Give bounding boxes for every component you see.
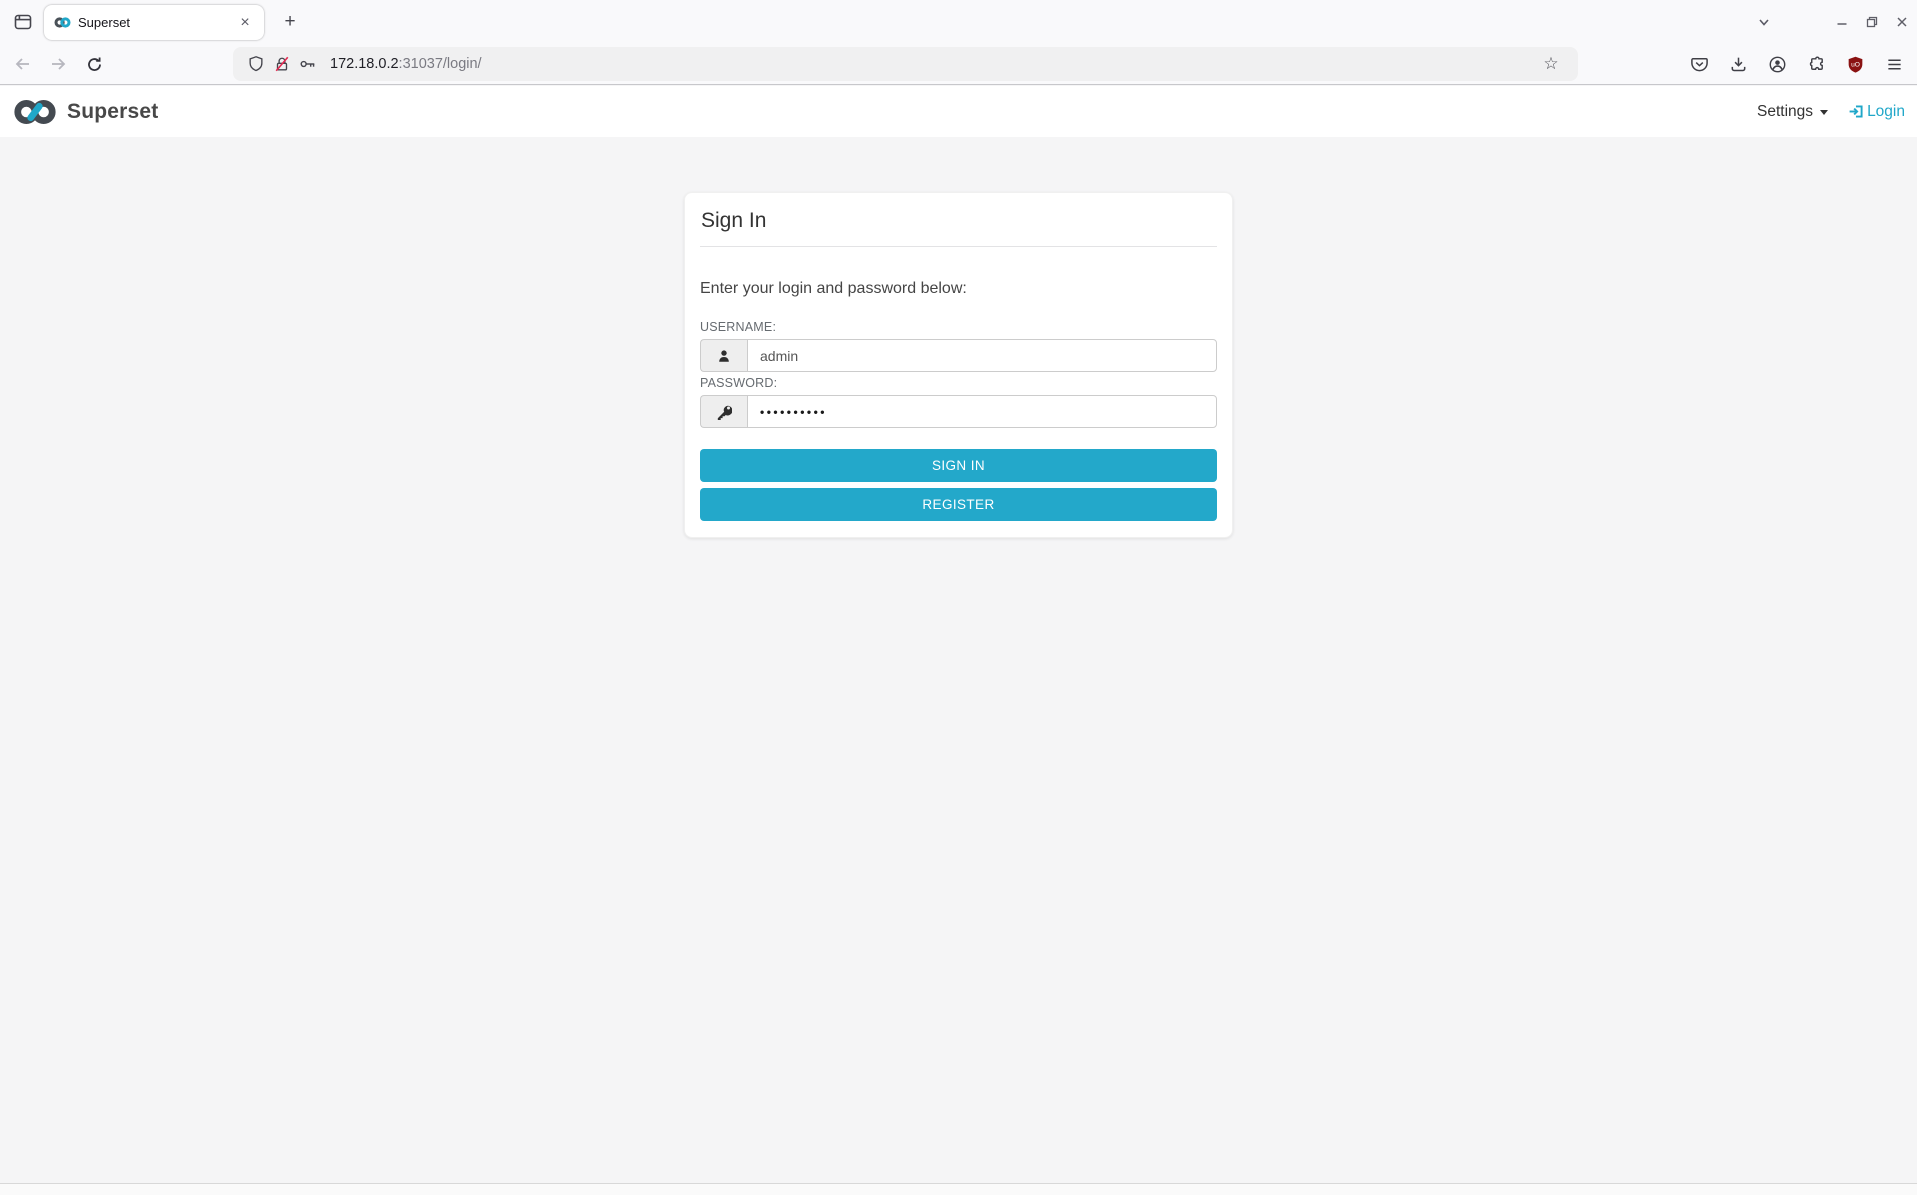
- settings-label: Settings: [1757, 103, 1813, 121]
- url-text[interactable]: 172.18.0.2:31037/login/: [330, 56, 1538, 72]
- pocket-button[interactable]: [1684, 49, 1714, 79]
- account-button[interactable]: [1762, 49, 1792, 79]
- account-icon: [1768, 55, 1787, 74]
- saved-login-key-icon[interactable]: [295, 51, 321, 77]
- password-addon: [700, 395, 747, 428]
- list-all-tabs-button[interactable]: [1749, 7, 1779, 37]
- browser-chrome: Superset × +: [0, 0, 1917, 85]
- reload-button[interactable]: [79, 49, 109, 79]
- window-restore-button[interactable]: [1857, 7, 1887, 37]
- settings-caret-icon: [1820, 110, 1828, 115]
- svg-text:uO: uO: [1851, 61, 1860, 68]
- superset-navbar: Superset Settings Login: [0, 86, 1917, 137]
- tab-close-icon[interactable]: ×: [234, 12, 256, 34]
- ublock-origin-button[interactable]: uO: [1840, 49, 1870, 79]
- window-close-button[interactable]: [1887, 7, 1917, 37]
- close-icon: [1895, 15, 1909, 29]
- username-label: USERNAME:: [700, 320, 1217, 334]
- toolbar-extensions-area: uO: [1684, 46, 1909, 82]
- password-input-group: [700, 395, 1217, 428]
- window-controls: [1749, 0, 1917, 44]
- page-footer-strip: [0, 1183, 1917, 1195]
- sign-in-arrow-icon: [1848, 103, 1865, 120]
- window-minimize-button[interactable]: [1827, 7, 1857, 37]
- superset-brand[interactable]: Superset: [12, 97, 158, 127]
- bookmark-star-icon[interactable]: ☆: [1538, 54, 1564, 74]
- tab-title: Superset: [78, 15, 234, 30]
- password-input[interactable]: [747, 395, 1217, 428]
- superset-logo-icon: [12, 97, 58, 127]
- hamburger-menu-icon: [1886, 56, 1903, 73]
- login-link[interactable]: Login: [1848, 103, 1905, 121]
- username-input[interactable]: [747, 339, 1217, 372]
- page-background: Sign In Enter your login and password be…: [0, 137, 1917, 1183]
- shield-permissions-icon[interactable]: [243, 51, 269, 77]
- puzzle-piece-icon: [1807, 55, 1826, 74]
- download-icon: [1729, 55, 1748, 74]
- sign-in-panel: Sign In Enter your login and password be…: [684, 192, 1233, 538]
- login-label: Login: [1867, 103, 1905, 121]
- back-arrow-icon: [14, 55, 32, 73]
- chevron-down-icon: [1757, 15, 1771, 29]
- restore-icon: [1865, 15, 1879, 29]
- sign-in-instruction: Enter your login and password below:: [700, 280, 1217, 298]
- firefox-view-icon: [13, 12, 33, 32]
- panel-divider: [700, 246, 1217, 247]
- url-host: 172.18.0.2: [330, 56, 399, 72]
- forward-button[interactable]: [43, 49, 73, 79]
- url-bar[interactable]: 172.18.0.2:31037/login/ ☆: [233, 47, 1578, 81]
- tab-favicon-superset-icon: [54, 16, 71, 29]
- browser-toolbar: 172.18.0.2:31037/login/ ☆: [0, 44, 1917, 84]
- new-tab-button[interactable]: +: [276, 8, 304, 36]
- username-input-group: [700, 339, 1217, 372]
- reload-icon: [86, 56, 103, 73]
- minimize-icon: [1835, 15, 1849, 29]
- navbar-right: Settings Login: [1757, 103, 1907, 121]
- menu-button[interactable]: [1879, 49, 1909, 79]
- browser-tab-superset[interactable]: Superset ×: [44, 5, 264, 40]
- back-button[interactable]: [8, 49, 38, 79]
- brand-title: Superset: [67, 100, 158, 124]
- pocket-icon: [1690, 55, 1709, 74]
- panel-title: Sign In: [700, 207, 1217, 233]
- username-addon: [700, 339, 747, 372]
- sign-in-button[interactable]: SIGN IN: [700, 449, 1217, 482]
- key-icon: [716, 404, 732, 420]
- user-icon: [716, 348, 732, 364]
- url-path: :31037/login/: [399, 56, 482, 72]
- register-button[interactable]: REGISTER: [700, 488, 1217, 521]
- extensions-button[interactable]: [1801, 49, 1831, 79]
- insecure-lock-icon[interactable]: [269, 51, 295, 77]
- forward-arrow-icon: [49, 55, 67, 73]
- ublock-shield-icon: uO: [1846, 55, 1865, 74]
- downloads-button[interactable]: [1723, 49, 1753, 79]
- password-label: PASSWORD:: [700, 376, 1217, 390]
- settings-dropdown[interactable]: Settings: [1757, 103, 1828, 121]
- firefox-view-button[interactable]: [8, 7, 38, 37]
- tab-strip: Superset × +: [0, 0, 1917, 44]
